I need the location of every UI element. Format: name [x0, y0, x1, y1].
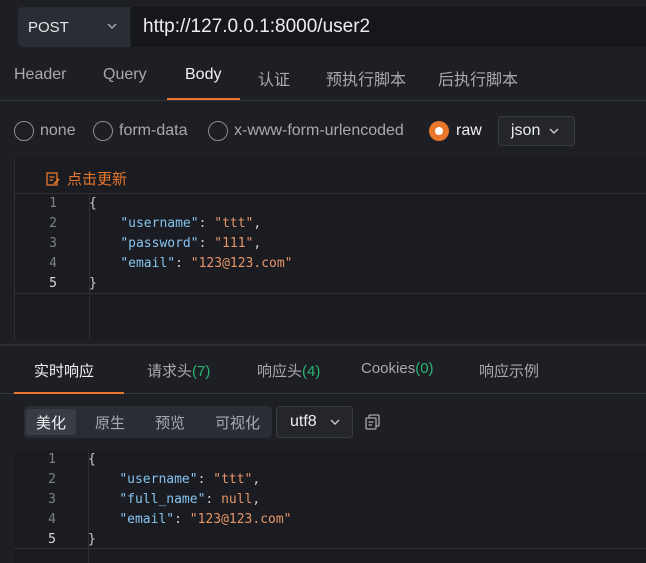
update-button[interactable]: 点击更新 — [45, 168, 127, 189]
body-type-group: none form-data x-www-form-urlencoded raw… — [0, 114, 646, 148]
code-line: "username": "ttt", — [120, 216, 262, 231]
editor-content-boundary — [15, 293, 646, 294]
line-number: 1 — [49, 196, 57, 211]
tab-body[interactable]: Body — [185, 66, 221, 84]
radio-raw-label[interactable]: raw — [456, 122, 482, 140]
raw-format-value: json — [511, 122, 541, 139]
code-line: } — [89, 276, 97, 291]
url-value: http://127.0.0.1:8000/user2 — [143, 16, 371, 37]
code-line: "email": "123@123.com" — [120, 256, 293, 271]
line-number: 3 — [48, 492, 56, 507]
tab-header[interactable]: Header — [14, 66, 66, 84]
url-input[interactable]: http://127.0.0.1:8000/user2 — [131, 7, 646, 47]
code-line: } — [88, 532, 96, 547]
request-body-editor[interactable]: 点击更新 1 2 3 4 5 { "username": "ttt", "pas… — [14, 158, 646, 340]
code-line: "full_name": null, — [119, 492, 261, 507]
raw-format-select[interactable]: json — [498, 116, 575, 146]
radio-urlencoded[interactable] — [208, 121, 228, 141]
url-bar: POST http://127.0.0.1:8000/user2 — [0, 0, 646, 56]
chevron-down-icon — [107, 23, 117, 29]
active-tab-indicator — [167, 98, 240, 100]
request-tabs: Header Query Body 认证 预执行脚本 后执行脚本 — [0, 56, 646, 101]
copy-icon[interactable] — [364, 413, 382, 431]
editor-toolbar: 点击更新 — [15, 158, 646, 194]
view-mode-group: 美化 原生 预览 可视化 — [24, 406, 272, 438]
code-line: "email": "123@123.com" — [119, 512, 292, 527]
tab-post-script[interactable]: 后执行脚本 — [438, 66, 518, 90]
view-visualize[interactable]: 可视化 — [205, 409, 270, 435]
tab-realtime-response[interactable]: 实时响应 — [34, 360, 94, 381]
tab-pre-script[interactable]: 预执行脚本 — [326, 66, 406, 90]
response-tabs: 实时响应 请求头(7) 响应头(4) Cookies(0) 响应示例 — [0, 346, 646, 394]
radio-form-data-label[interactable]: form-data — [119, 122, 187, 140]
line-number: 2 — [48, 472, 56, 487]
line-number: 2 — [49, 216, 57, 231]
encoding-value: utf8 — [290, 413, 317, 430]
code-line: { — [88, 452, 96, 467]
line-number: 5 — [49, 276, 57, 291]
chevron-down-icon — [330, 419, 340, 425]
radio-urlencoded-label[interactable]: x-www-form-urlencoded — [234, 122, 404, 140]
method-label: POST — [28, 18, 69, 36]
tab-response-headers[interactable]: 响应头(4) — [257, 360, 320, 381]
radio-none[interactable] — [14, 121, 34, 141]
view-preview[interactable]: 预览 — [145, 409, 195, 435]
line-number: 3 — [49, 236, 57, 251]
radio-raw[interactable] — [429, 121, 449, 141]
update-label: 点击更新 — [67, 171, 128, 188]
tab-request-headers[interactable]: 请求头(7) — [147, 360, 210, 381]
method-select[interactable]: POST — [18, 7, 130, 47]
line-number: 5 — [48, 532, 56, 547]
encoding-select[interactable]: utf8 — [276, 406, 353, 438]
tab-auth[interactable]: 认证 — [258, 66, 290, 90]
response-content-boundary — [14, 548, 646, 549]
edit-doc-icon — [46, 171, 60, 186]
response-body-viewer[interactable]: 1 2 3 4 5 { "username": "ttt", "full_nam… — [14, 450, 646, 563]
line-number: 1 — [48, 452, 56, 467]
code-line: { — [89, 196, 97, 211]
tab-response-example[interactable]: 响应示例 — [479, 360, 539, 381]
tab-cookies[interactable]: Cookies(0) — [361, 360, 434, 377]
view-raw[interactable]: 原生 — [85, 409, 135, 435]
radio-none-label[interactable]: none — [40, 122, 76, 140]
radio-form-data[interactable] — [93, 121, 113, 141]
code-line: "username": "ttt", — [119, 472, 261, 487]
chevron-down-icon — [549, 128, 559, 134]
line-number: 4 — [49, 256, 57, 271]
tab-query[interactable]: Query — [103, 66, 147, 84]
line-number: 4 — [48, 512, 56, 527]
code-line: "password": "111", — [120, 236, 262, 251]
view-beautify[interactable]: 美化 — [26, 409, 77, 435]
active-response-tab-indicator — [14, 392, 124, 394]
